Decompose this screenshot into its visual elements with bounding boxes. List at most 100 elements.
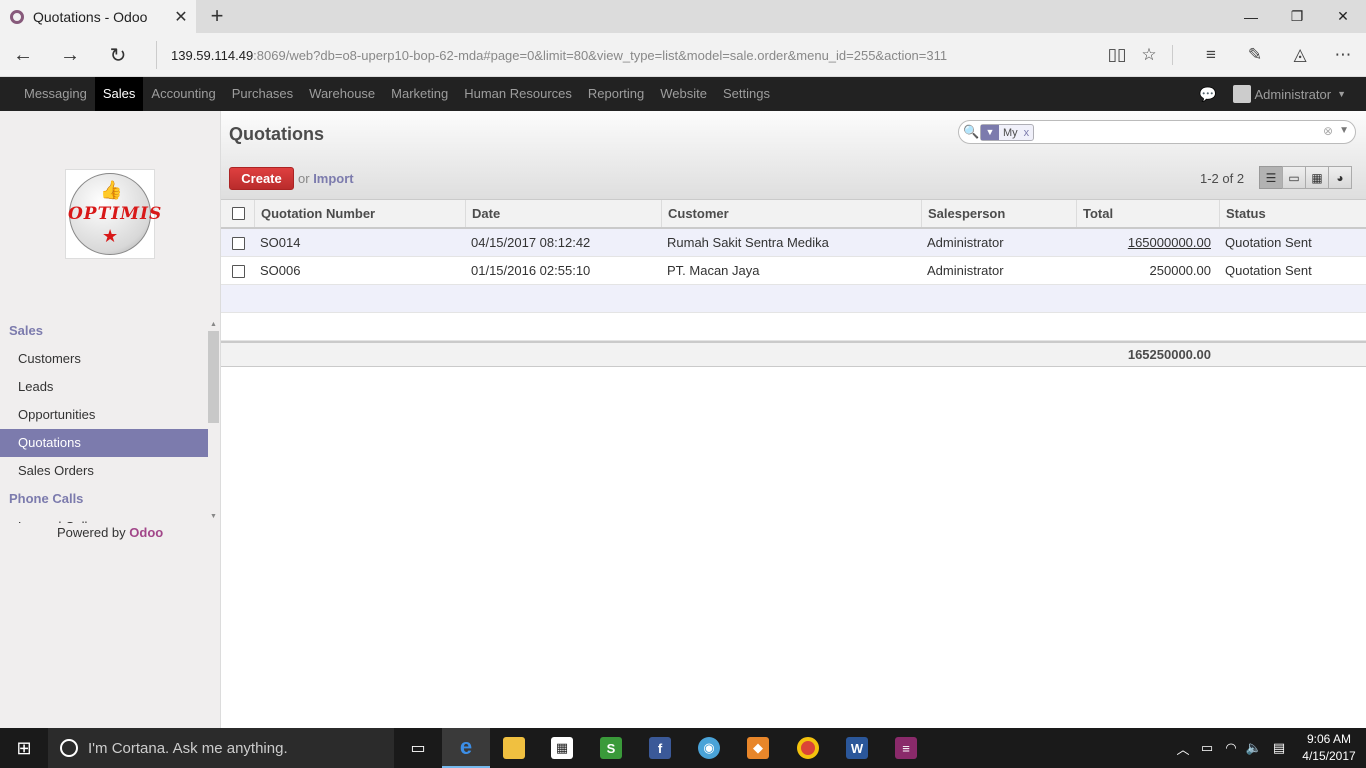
sidebar-section-sales[interactable]: Sales [0,317,208,345]
table-row[interactable]: SO014 04/15/2017 08:12:42 Rumah Sakit Se… [221,229,1366,257]
user-menu[interactable]: Administrator [1255,87,1332,102]
avatar[interactable] [1232,85,1251,103]
store-icon[interactable]: ▦ [538,728,586,768]
search-facet-my[interactable]: ▼ My x [980,124,1035,141]
minimize-icon[interactable]: — [1228,0,1274,33]
search-icon: 🔍 [963,124,980,139]
notifications-icon[interactable]: ▤ [1268,728,1290,768]
wifi-icon[interactable]: ◠ [1220,728,1242,768]
task-view-icon[interactable]: ▭ [394,728,442,768]
sidebar-item-sales-orders[interactable]: Sales Orders [0,457,208,485]
web-note-icon[interactable]: ✎ [1240,41,1270,69]
form-view-icon[interactable]: ▭ [1282,166,1306,189]
reading-view-icon[interactable]: ▯▯ [1102,41,1132,69]
list-view-icon[interactable]: ☰ [1259,166,1283,189]
menu-messaging[interactable]: Messaging [16,77,95,111]
odoo-link[interactable]: Odoo [129,525,163,540]
menu-accounting[interactable]: Accounting [143,77,223,111]
back-icon[interactable]: ← [8,41,38,69]
battery-icon[interactable]: ▭ [1196,728,1218,768]
sidebar-scroll-thumb[interactable] [208,331,219,423]
browser-tab-bar: Quotations - Odoo ✕ + — ❐ ✕ [0,0,1366,33]
menu-settings[interactable]: Settings [715,77,778,111]
forward-icon[interactable]: → [55,41,85,69]
thumbs-up-icon: 👍 [100,180,123,200]
search-options-icon[interactable]: ▼ [1339,125,1349,136]
facebook-icon[interactable]: f [636,728,684,768]
clear-search-icon[interactable]: ⊗ [1323,124,1333,138]
scroll-down-icon[interactable]: ▼ [208,511,219,523]
col-total[interactable]: Total [1076,200,1219,227]
winrar-icon[interactable]: ≡ [882,728,930,768]
menu-website[interactable]: Website [652,77,715,111]
browser-tab[interactable]: Quotations - Odoo ✕ [0,0,196,33]
url-host: 139.59.114.49 [171,47,254,63]
cell-salesperson: Administrator [927,263,1004,278]
address-toolbar: ← → ↻ 139.59.114.49:8069/web?db=o8-uperp… [0,33,1366,77]
edge-app-icon[interactable]: e [442,728,490,768]
col-status[interactable]: Status [1219,200,1366,227]
chrome-icon[interactable] [784,728,832,768]
windows-start-icon[interactable]: ⊞ [0,728,48,768]
import-link[interactable]: Import [313,171,353,186]
logo-emblem: 👍 OPTIMIS ★ [68,173,161,255]
sidebar-item-quotations[interactable]: Quotations [0,429,208,457]
search-box[interactable]: 🔍 ▼ My x ⊗ ▼ [958,120,1356,144]
odoo-top-menu: Messaging Sales Accounting Purchases War… [0,77,1366,111]
menu-human-resources[interactable]: Human Resources [456,77,580,111]
row-checkbox[interactable] [232,265,245,278]
caret-down-icon[interactable]: ▼ [1337,89,1346,99]
col-salesperson[interactable]: Salesperson [921,200,1076,227]
powered-by: Powered by Odoo [57,525,163,540]
sidebar-item-opportunities[interactable]: Opportunities [0,401,208,429]
chat-icon[interactable]: 💬 [1199,86,1216,103]
app-box-icon[interactable]: ◆ [734,728,782,768]
sidebar-item-leads[interactable]: Leads [0,373,208,401]
restore-icon[interactable]: ❐ [1274,0,1320,33]
row-checkbox[interactable] [232,237,245,250]
sidebar-item-logged-calls[interactable]: Logged Calls [0,513,208,523]
new-tab-icon[interactable]: + [204,4,230,30]
hub-icon[interactable]: ≡ [1196,41,1226,69]
close-tab-icon[interactable]: ✕ [166,7,196,27]
file-explorer-icon[interactable] [490,728,538,768]
clock-date: 4/15/2017 [1302,749,1356,763]
graph-view-icon[interactable]: ◕ [1328,166,1352,189]
more-icon[interactable]: ⋯ [1328,41,1358,69]
menu-purchases[interactable]: Purchases [224,77,301,111]
col-customer[interactable]: Customer [661,200,921,227]
clock[interactable]: 9:06 AM 4/15/2017 [1296,731,1362,765]
menu-warehouse[interactable]: Warehouse [301,77,383,111]
app-globe-icon[interactable]: ◉ [685,728,733,768]
table-empty-row [221,285,1366,313]
close-window-icon[interactable]: ✕ [1320,0,1366,33]
powered-by-label: Powered by [57,525,126,540]
url-field[interactable]: 139.59.114.49:8069/web?db=o8-uperp10-bop… [156,41,1096,69]
scroll-up-icon[interactable]: ▲ [208,319,219,331]
favorite-star-icon[interactable]: ☆ [1134,41,1164,69]
col-date[interactable]: Date [465,200,661,227]
sidebar-section-phone-calls[interactable]: Phone Calls [0,485,208,513]
sidebar-item-customers[interactable]: Customers [0,345,208,373]
cell-total[interactable]: 165000000.00 [1076,229,1219,257]
cortana-search[interactable]: I'm Cortana. Ask me anything. [48,728,394,768]
pager[interactable]: 1-2 of 2 [1200,171,1244,186]
tab-title: Quotations - Odoo [33,8,148,25]
word-icon[interactable]: W [833,728,881,768]
tray-chevron-icon[interactable]: ︿ [1174,728,1192,768]
menu-sales[interactable]: Sales [94,77,144,111]
volume-icon[interactable]: 🔈 [1243,728,1265,768]
create-button[interactable]: Create [229,167,294,190]
menu-reporting[interactable]: Reporting [580,77,652,111]
snagit-icon[interactable]: S [587,728,635,768]
company-logo[interactable]: 👍 OPTIMIS ★ [65,169,161,259]
share-icon[interactable]: ◬ [1285,41,1315,69]
menu-marketing[interactable]: Marketing [383,77,456,111]
refresh-icon[interactable]: ↻ [103,41,133,69]
col-quotation-number[interactable]: Quotation Number [254,200,466,227]
calendar-view-icon[interactable]: ▦ [1305,166,1329,189]
select-all-checkbox[interactable] [232,207,245,220]
table-row[interactable]: SO006 01/15/2016 02:55:10 PT. Macan Jaya… [221,257,1366,285]
facet-remove-icon[interactable]: x [1024,127,1030,139]
sidebar-scrollbar[interactable]: ▲ ▼ [208,319,219,523]
